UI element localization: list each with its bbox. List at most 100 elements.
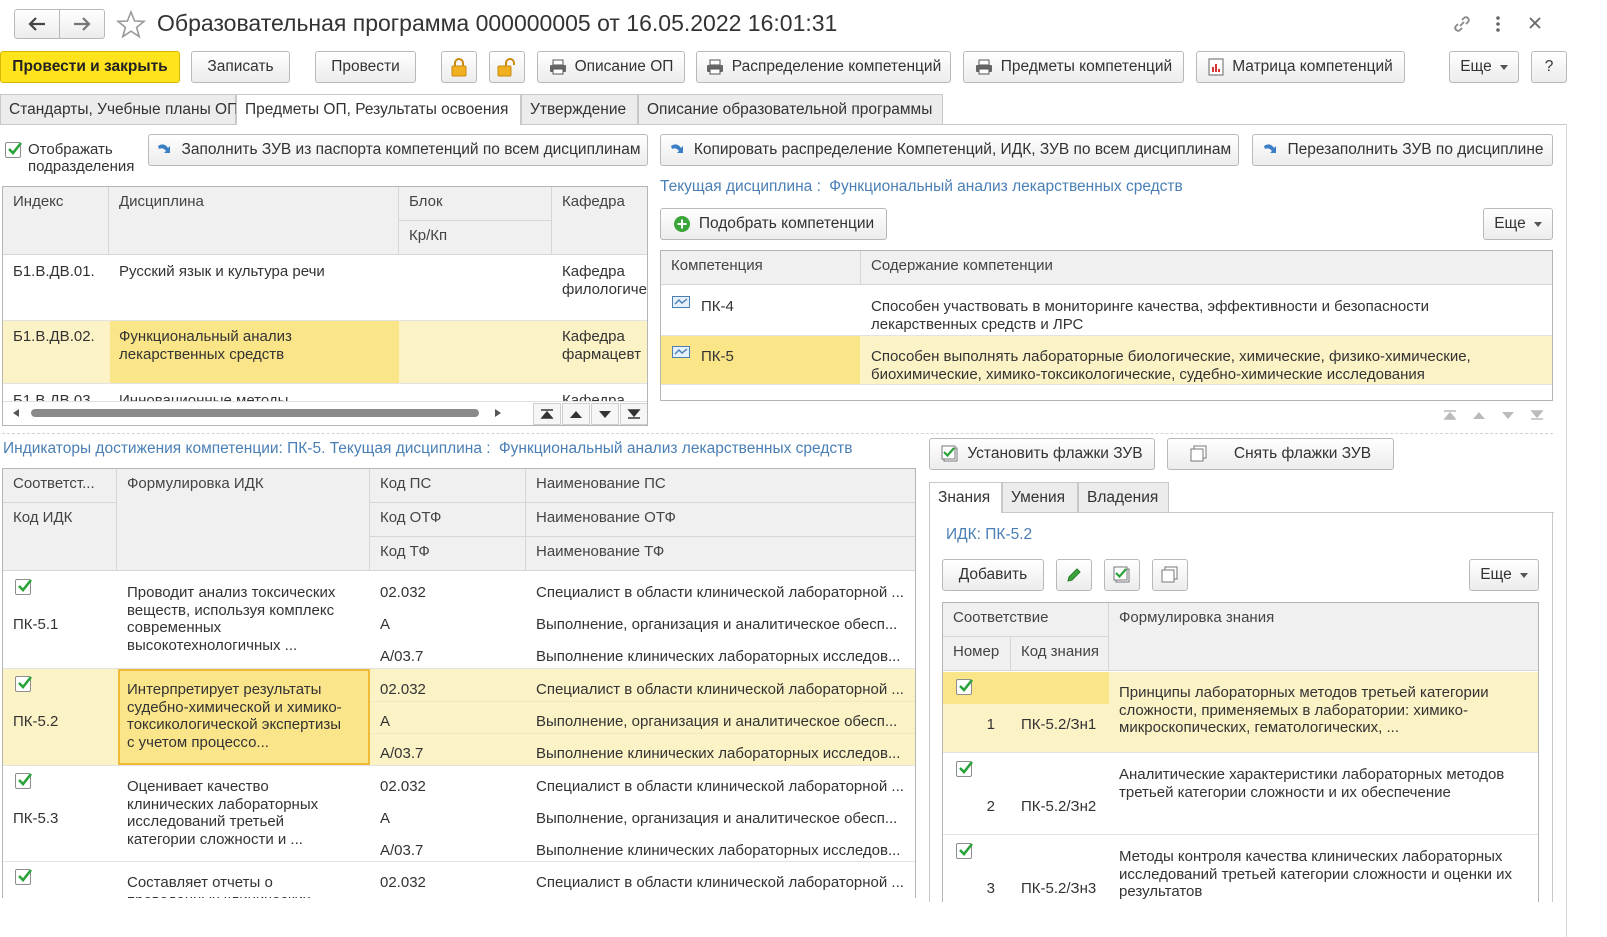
knowledge-code[interactable]: ПК-5.2/Зн2 [1011, 793, 1109, 821]
discipline-name[interactable]: Инновационные методы [109, 387, 399, 401]
idk-code[interactable]: ПК-5.1 [3, 611, 117, 639]
check-knowledge-button[interactable] [1104, 559, 1140, 591]
clear-zuv-flags-button[interactable]: Снять флажки ЗУВ [1167, 438, 1394, 470]
ps-code[interactable]: 02.032 [370, 869, 526, 897]
competence-move-first-button[interactable] [1436, 404, 1464, 426]
otf-code[interactable]: A [370, 611, 526, 639]
discipline-index[interactable]: Б1.В.ДВ.01. [3, 258, 109, 286]
knowledge-match-checkbox[interactable] [956, 679, 974, 695]
header-tf-name[interactable]: Наименование ТФ [526, 537, 915, 571]
ps-code[interactable]: 02.032 [370, 579, 526, 607]
discipline-name[interactable]: Функциональный анализ лекарственных сред… [109, 323, 359, 368]
move-last-button[interactable] [620, 403, 647, 425]
link-icon[interactable] [1452, 14, 1472, 34]
header-otf-name[interactable]: Наименование ОТФ [526, 503, 915, 537]
knowledge-code[interactable]: ПК-5.2/Зн1 [1011, 711, 1109, 739]
header-knowledge-code[interactable]: Код знания [1011, 637, 1109, 671]
tab-op-description[interactable]: Описание образовательной программы [638, 94, 943, 124]
lock-button[interactable] [441, 51, 477, 83]
header-match[interactable]: Соответст... [3, 469, 117, 503]
ps-name[interactable]: Специалист в области клинической лаборат… [526, 869, 915, 897]
idk-match-checkbox[interactable] [15, 676, 33, 692]
otf-name[interactable]: Выполнение, организация и аналитическое … [526, 708, 915, 736]
discipline-department[interactable]: Кафедра [552, 387, 647, 401]
ps-code[interactable]: 02.032 [370, 773, 526, 801]
ps-name[interactable]: Специалист в области клинической лаборат… [526, 773, 915, 801]
favorite-star-icon[interactable] [116, 10, 146, 39]
tab-subjects-results[interactable]: Предметы ОП, Результаты освоения [236, 94, 521, 125]
tab-abilities[interactable]: Владения [1078, 482, 1169, 512]
fill-zuv-button[interactable]: Заполнить ЗУВ из паспорта компетенций по… [148, 134, 648, 166]
scroll-right-icon[interactable] [495, 409, 501, 417]
knowledge-number[interactable]: 3 [943, 875, 1005, 902]
header-tf-code[interactable]: Код ТФ [370, 537, 526, 571]
knowledge-formulation[interactable]: Аналитические характеристики лабораторны… [1109, 761, 1529, 821]
tab-approval[interactable]: Утверждение [521, 94, 638, 124]
competence-move-up-button[interactable] [1465, 404, 1493, 426]
idk-formulation[interactable]: Проводит анализ токсических веществ, исп… [117, 579, 357, 653]
discipline-index[interactable]: Б1.В.ДВ.03. [3, 387, 109, 401]
competence-code[interactable]: ПК-4 [691, 293, 851, 321]
idk-label[interactable]: ИДК: ПК-5.2 [946, 526, 1032, 544]
knowledge-number[interactable]: 1 [943, 711, 1005, 739]
move-first-button[interactable] [533, 403, 561, 425]
knowledge-formulation[interactable]: Методы контроля качества клинических лаб… [1109, 843, 1529, 902]
discipline-name[interactable]: Русский язык и культура речи [109, 258, 399, 286]
competence-move-last-button[interactable] [1523, 404, 1551, 426]
discipline-department[interactable]: Кафедра фармацевт [552, 323, 647, 367]
header-idk-formulation[interactable]: Формулировка ИДК [117, 469, 370, 571]
tf-code[interactable]: A/03.7 [370, 837, 526, 865]
idk-match-checkbox[interactable] [15, 869, 33, 885]
copy-distribution-button[interactable]: Копировать распределение Компетенций, ИД… [660, 134, 1239, 166]
help-button[interactable]: ? [1531, 51, 1567, 83]
header-knowledge-number[interactable]: Номер [943, 637, 1011, 671]
header-department[interactable]: Кафедра [552, 187, 647, 255]
idk-match-checkbox[interactable] [15, 773, 33, 789]
idk-code[interactable]: ПК-5.2 [3, 708, 117, 736]
idk-code[interactable]: ПК-5.3 [3, 805, 117, 833]
otf-code[interactable]: A [370, 805, 526, 833]
post-and-close-button[interactable]: Провести и закрыть [0, 51, 180, 83]
pick-competences-button[interactable]: Подобрать компетенции [660, 208, 887, 240]
tab-knowledge[interactable]: Знания [929, 482, 1002, 513]
more-button[interactable]: Еще [1449, 51, 1519, 83]
tf-name[interactable]: Выполнение клинических лабораторных иссл… [526, 643, 915, 671]
unlock-button[interactable] [489, 51, 525, 83]
current-discipline-value[interactable]: Функциональный анализ лекарственных сред… [829, 178, 1183, 195]
tab-skills[interactable]: Умения [1002, 482, 1078, 512]
tab-standards[interactable]: Стандарты, Учебные планы ОП [0, 94, 238, 124]
header-knowledge-formulation[interactable]: Формулировка знания [1109, 603, 1538, 671]
post-button[interactable]: Провести [315, 51, 416, 83]
show-departments-checkbox[interactable] [5, 142, 23, 158]
back-button[interactable] [14, 9, 60, 39]
competence-content[interactable]: Способен выполнять лабораторные биологич… [861, 343, 1521, 388]
uncheck-knowledge-button[interactable] [1152, 559, 1188, 591]
more-vertical-icon[interactable] [1490, 14, 1506, 34]
knowledge-match-checkbox[interactable] [956, 843, 974, 859]
header-competence-content[interactable]: Содержание компетенции [861, 251, 1552, 285]
print-op-description-button[interactable]: Описание ОП [537, 51, 685, 83]
competence-move-down-button[interactable] [1494, 404, 1522, 426]
ps-name[interactable]: Специалист в области клинической лаборат… [526, 579, 915, 607]
knowledge-formulation[interactable]: Принципы лабораторных методов третьей ка… [1109, 679, 1529, 739]
idk-match-checkbox[interactable] [15, 579, 33, 595]
set-zuv-flags-button[interactable]: Установить флажки ЗУВ [929, 438, 1155, 470]
forward-button[interactable] [59, 9, 105, 39]
header-competence[interactable]: Компетенция [661, 251, 861, 285]
move-down-button[interactable] [591, 403, 619, 425]
competence-matrix-button[interactable]: Матрица компетенций [1196, 51, 1405, 83]
horizontal-scrollbar[interactable] [31, 409, 479, 417]
print-competence-subjects-button[interactable]: Предметы компетенций [963, 51, 1184, 83]
header-knowledge-match[interactable]: Соответствие [943, 603, 1109, 637]
tf-name[interactable]: Выполнение клинических лабораторных иссл… [526, 740, 915, 768]
refill-zuv-button[interactable]: Перезаполнить ЗУВ по дисциплине [1252, 134, 1553, 166]
competence-content[interactable]: Способен участвовать в мониторинге качес… [861, 293, 1521, 338]
tf-code[interactable]: A/03.7 [370, 740, 526, 768]
otf-name[interactable]: Выполнение, организация и аналитическое … [526, 805, 915, 833]
print-competence-distribution-button[interactable]: Распределение компетенций [696, 51, 951, 83]
edit-knowledge-button[interactable] [1056, 559, 1092, 591]
discipline-department[interactable]: Кафедра филологиче [552, 258, 647, 302]
indicators-title-discipline[interactable]: Функциональный анализ лекарственных сред… [499, 440, 853, 457]
knowledge-number[interactable]: 2 [943, 793, 1005, 821]
move-up-button[interactable] [562, 403, 590, 425]
